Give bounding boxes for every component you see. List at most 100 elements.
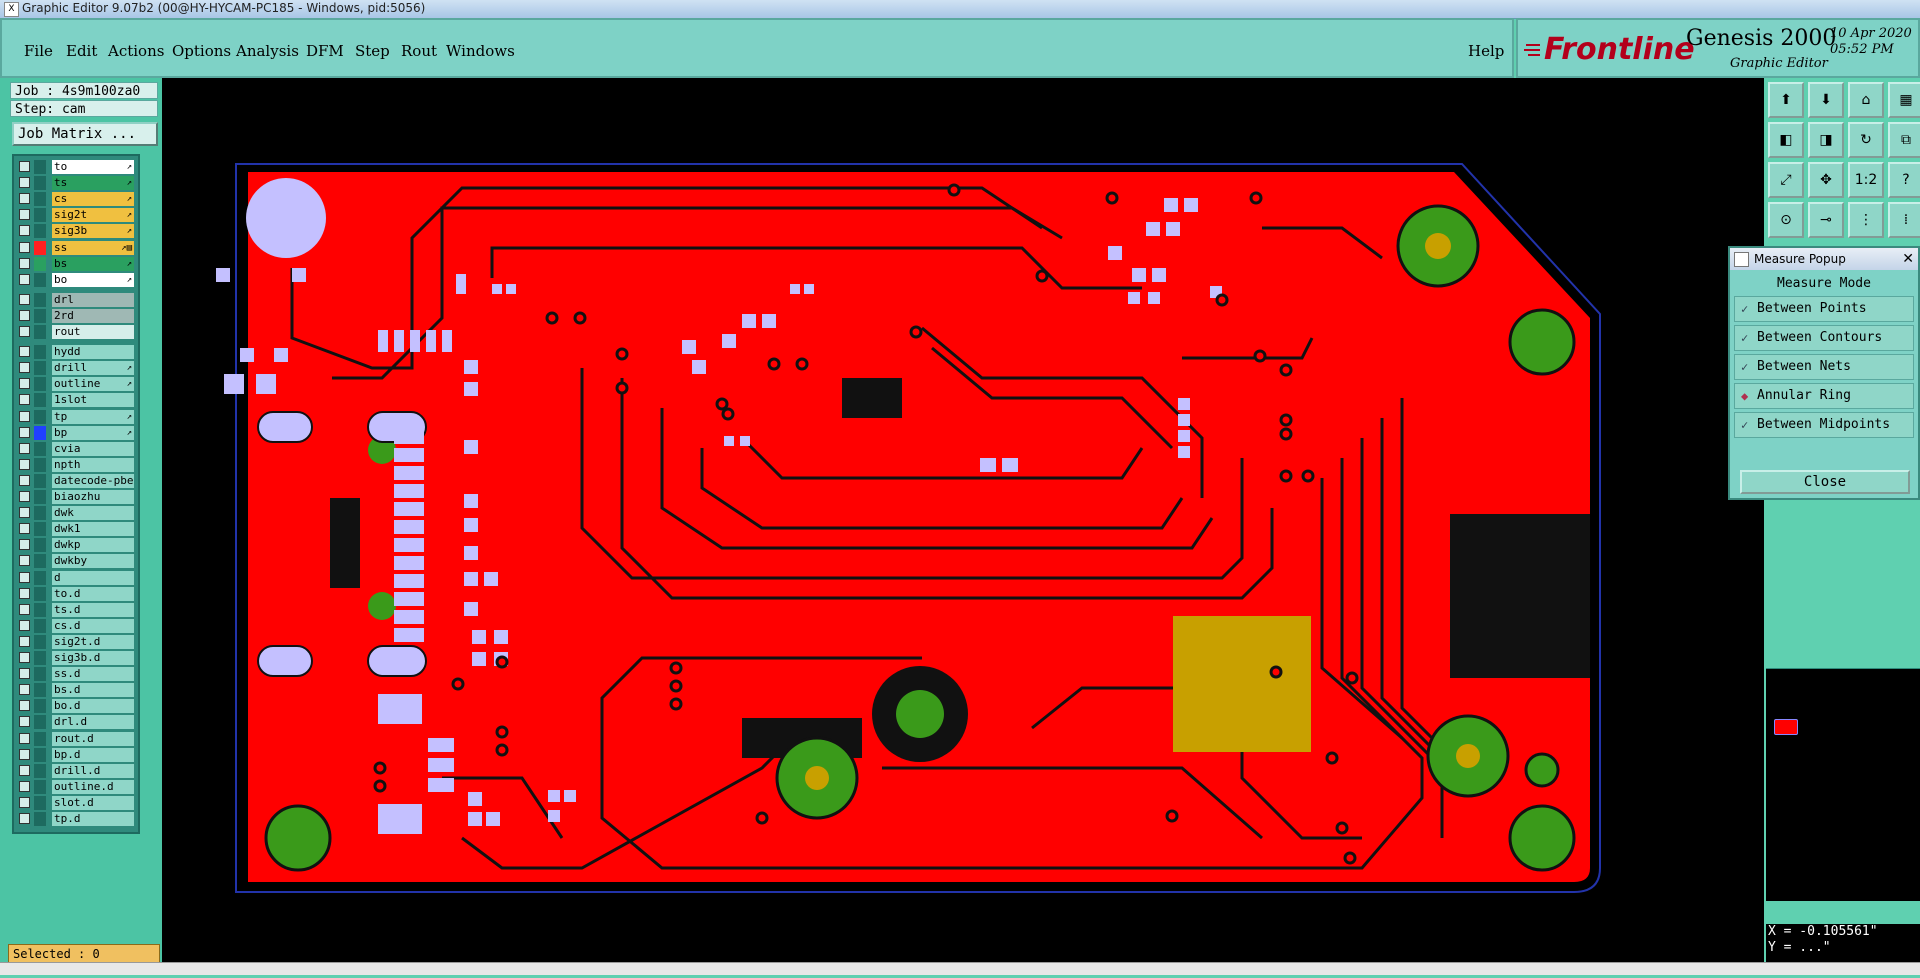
window-button[interactable]: ▦ (1888, 82, 1920, 118)
measure-option-between-contours[interactable]: ✓ Between Contours (1734, 325, 1914, 351)
layer-row-sig3b[interactable]: sig3b ↗ (18, 224, 134, 239)
layer-row-ts.d[interactable]: ts.d (18, 602, 134, 617)
layer-checkbox[interactable] (19, 732, 30, 744)
layer-checkbox[interactable] (19, 161, 30, 172)
menu-help[interactable]: Help (1468, 42, 1504, 60)
layer-row-ts[interactable]: ts ↗ (18, 176, 134, 191)
measure-option-annular-ring[interactable]: ◆ Annular Ring (1734, 383, 1914, 409)
zoom-in-button[interactable]: ⬆ (1768, 82, 1804, 118)
layer-checkbox[interactable] (19, 346, 30, 358)
layer-row-to.d[interactable]: to.d (18, 586, 134, 601)
layer-row-sig3b.d[interactable]: sig3b.d (18, 651, 134, 665)
layer-row-datecode-pbe[interactable]: datecode-pbe (18, 473, 134, 488)
close-button[interactable]: Close (1740, 470, 1910, 494)
help-button[interactable]: ? (1888, 162, 1920, 198)
layer-row-bo.d[interactable]: bo.d (18, 699, 134, 714)
layer-row-dwkp[interactable]: dwkp (18, 538, 134, 553)
layer-row-d[interactable]: d (18, 570, 134, 585)
layer-checkbox[interactable] (19, 309, 30, 321)
layer-checkbox[interactable] (19, 555, 30, 567)
job-matrix-button[interactable]: Job Matrix ... (12, 122, 158, 146)
layer-row-rout.d[interactable]: rout.d (18, 731, 134, 746)
layer-checkbox[interactable] (19, 241, 30, 253)
split-button[interactable]: ⧉ (1888, 122, 1920, 158)
layer-checkbox[interactable] (19, 225, 30, 237)
net-button[interactable]: ⋮ (1848, 202, 1884, 238)
layer-checkbox[interactable] (19, 394, 30, 406)
center-button[interactable]: ✥ (1808, 162, 1844, 198)
layer-row-bs.d[interactable]: bs.d (18, 683, 134, 698)
layer-row-bp.d[interactable]: bp.d (18, 747, 134, 762)
layer-checkbox[interactable] (19, 571, 30, 583)
scale-button[interactable]: 1:2 (1848, 162, 1884, 198)
layer-row-tp[interactable]: tp ↗ (18, 409, 134, 424)
snap-button[interactable]: ⊙ (1768, 202, 1804, 238)
layer-checkbox[interactable] (19, 193, 30, 205)
layer-row-cs[interactable]: cs ↗ (18, 192, 134, 207)
layer-row-bp[interactable]: bp ↗ (18, 425, 134, 440)
layer-checkbox[interactable] (19, 257, 30, 269)
layer-row-2rd[interactable]: 2rd (18, 308, 134, 323)
layer-row-dwkby[interactable]: dwkby (18, 554, 134, 569)
close-icon[interactable]: ✕ (1902, 248, 1914, 270)
menu-dfm[interactable]: DFM (306, 42, 344, 60)
zoom-out-button[interactable]: ⬇ (1808, 82, 1844, 118)
layer-checkbox[interactable] (19, 700, 30, 712)
measure-button[interactable]: ⊸ (1808, 202, 1844, 238)
layer-checkbox[interactable] (19, 491, 30, 502)
layer-row-ss.d[interactable]: ss.d (18, 667, 134, 682)
layer-checkbox[interactable] (19, 780, 30, 792)
layer-checkbox[interactable] (19, 813, 30, 824)
layer-row-npth[interactable]: npth (18, 457, 134, 472)
layer-row-1slot[interactable]: 1slot (18, 393, 134, 408)
layer-checkbox[interactable] (19, 668, 30, 680)
layer-checkbox[interactable] (19, 378, 30, 390)
layer-checkbox[interactable] (19, 209, 30, 221)
overview-map[interactable] (1766, 668, 1920, 901)
layer-row-cs.d[interactable]: cs.d (18, 618, 134, 633)
layer-row-drill[interactable]: drill ↗ (18, 361, 134, 376)
layer-row-to[interactable]: to ↗ (18, 160, 134, 174)
layer-checkbox[interactable] (19, 326, 30, 337)
pan-right-button[interactable]: ◨ (1808, 122, 1844, 158)
layer-checkbox[interactable] (19, 177, 30, 189)
layers-button[interactable]: ⁞ (1888, 202, 1920, 238)
redraw-button[interactable]: ↻ (1848, 122, 1884, 158)
layer-row-ss[interactable]: ss ↗▤ (18, 240, 134, 255)
layer-row-bo[interactable]: bo ↗ (18, 272, 134, 287)
layer-checkbox[interactable] (19, 796, 30, 808)
menu-actions[interactable]: Actions (108, 42, 164, 60)
layer-row-dwk[interactable]: dwk (18, 506, 134, 521)
layer-checkbox[interactable] (19, 619, 30, 631)
home-button[interactable]: ⌂ (1848, 82, 1884, 118)
layer-row-rout[interactable]: rout (18, 325, 134, 339)
fit-button[interactable]: ⤢ (1768, 162, 1804, 198)
layer-row-hydd[interactable]: hydd (18, 345, 134, 360)
menu-edit[interactable]: Edit (66, 42, 97, 60)
layer-checkbox[interactable] (19, 716, 30, 728)
layer-row-tp.d[interactable]: tp.d (18, 812, 134, 826)
menu-step[interactable]: Step (355, 42, 390, 60)
layer-checkbox[interactable] (19, 684, 30, 696)
menu-options[interactable]: Options (172, 42, 231, 60)
layer-checkbox[interactable] (19, 603, 30, 615)
layer-checkbox[interactable] (19, 474, 30, 486)
layer-checkbox[interactable] (19, 273, 30, 285)
layer-row-outline[interactable]: outline ↗ (18, 377, 134, 392)
layer-row-slot.d[interactable]: slot.d (18, 795, 134, 810)
layer-checkbox[interactable] (19, 458, 30, 470)
layer-checkbox[interactable] (19, 293, 30, 305)
layer-row-outline.d[interactable]: outline.d (18, 779, 134, 794)
layer-checkbox[interactable] (19, 507, 30, 519)
layer-row-biaozhu[interactable]: biaozhu (18, 490, 134, 504)
layer-row-drl[interactable]: drl (18, 292, 134, 307)
measure-option-between-points[interactable]: ✓ Between Points (1734, 296, 1914, 322)
pan-left-button[interactable]: ◧ (1768, 122, 1804, 158)
layer-row-sig2t[interactable]: sig2t ↗ (18, 208, 134, 223)
layer-checkbox[interactable] (19, 442, 30, 454)
menu-analysis[interactable]: Analysis (236, 42, 299, 60)
menu-rout[interactable]: Rout (401, 42, 437, 60)
layer-checkbox[interactable] (19, 748, 30, 760)
layer-checkbox[interactable] (19, 410, 30, 422)
layer-row-sig2t.d[interactable]: sig2t.d (18, 634, 134, 649)
